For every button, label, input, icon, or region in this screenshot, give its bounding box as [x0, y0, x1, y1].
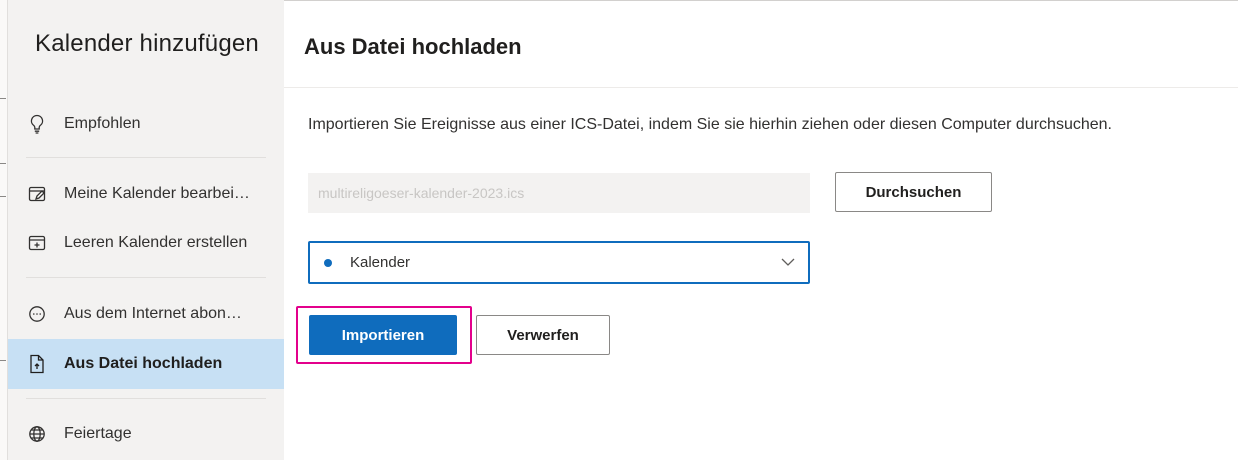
- sidebar-item-label: Leeren Kalender erstellen: [64, 234, 248, 251]
- add-calendar-icon: [26, 232, 48, 254]
- sidebar-title: Kalender hinzufügen: [35, 30, 259, 57]
- upload-file-icon: [26, 353, 48, 375]
- discard-button[interactable]: Verwerfen: [476, 315, 610, 355]
- top-border: [284, 0, 1238, 1]
- lightbulb-icon: [26, 113, 48, 135]
- calendar-select-value: Kalender: [350, 254, 411, 271]
- calendar-select[interactable]: Kalender: [308, 241, 810, 284]
- sidebar-item-label: Feiertage: [64, 425, 132, 442]
- sidebar-item-label: Aus Datei hochladen: [64, 355, 223, 372]
- sidebar-item-holidays[interactable]: Feiertage: [8, 410, 284, 458]
- sidebar-divider: [26, 398, 266, 399]
- browse-button[interactable]: Durchsuchen: [835, 172, 992, 212]
- subscribe-icon: [26, 303, 48, 325]
- import-button[interactable]: Importieren: [309, 315, 457, 355]
- page-title: Aus Datei hochladen: [304, 34, 522, 59]
- globe-icon: [26, 423, 48, 445]
- upload-from-file-panel: Aus Datei hochladen Importieren Sie Erei…: [284, 0, 1238, 460]
- sidebar-item-recommended[interactable]: Empfohlen: [8, 100, 284, 148]
- sidebar-item-label: Empfohlen: [64, 115, 141, 132]
- sidebar-divider: [26, 277, 266, 278]
- header-divider: [284, 87, 1238, 88]
- sidebar-item-create-blank-calendar[interactable]: Leeren Kalender erstellen: [8, 219, 284, 267]
- sidebar-item-edit-calendars[interactable]: Meine Kalender bearbei…: [8, 170, 284, 218]
- add-calendar-sidebar: Kalender hinzufügen Empfohlen Meine Kale…: [8, 0, 284, 460]
- sidebar-item-label: Aus dem Internet abon…: [64, 305, 242, 322]
- file-path-field[interactable]: [308, 173, 810, 213]
- instructions-text: Importieren Sie Ereignisse aus einer ICS…: [308, 116, 1112, 133]
- sidebar-item-subscribe-from-web[interactable]: Aus dem Internet abon…: [8, 290, 284, 338]
- chevron-down-icon: [780, 254, 796, 275]
- sidebar-divider: [26, 157, 266, 158]
- sidebar-item-label: Meine Kalender bearbei…: [64, 185, 250, 202]
- calendar-color-dot: [324, 258, 332, 267]
- left-window-edge: [0, 0, 8, 460]
- sidebar-item-upload-from-file[interactable]: Aus Datei hochladen: [8, 339, 284, 389]
- edit-calendar-icon: [26, 183, 48, 205]
